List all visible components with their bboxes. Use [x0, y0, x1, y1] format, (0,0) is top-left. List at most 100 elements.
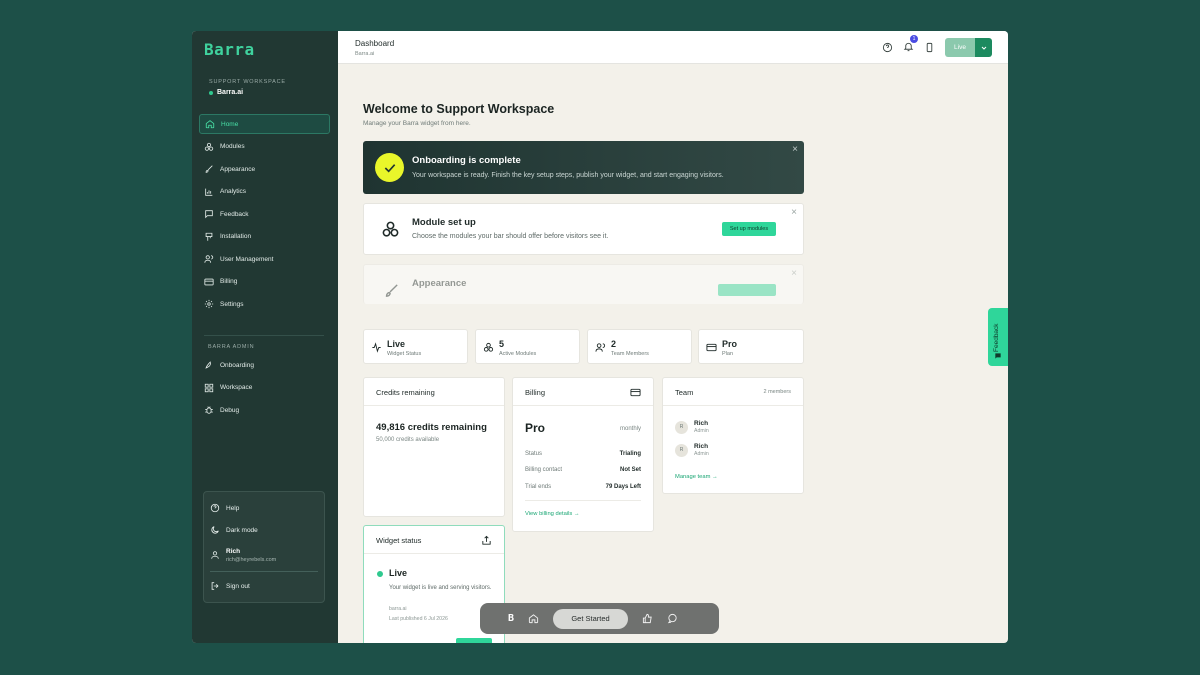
share-icon[interactable]: [481, 535, 492, 546]
team-member: R Rich Admin: [675, 420, 709, 434]
activity-icon: [372, 342, 381, 353]
card-header: Team 2 members: [663, 378, 803, 406]
sidebar-item-feedback[interactable]: Feedback: [199, 204, 330, 224]
set-up-modules-button[interactable]: Set up modules: [722, 222, 776, 236]
sidebar-item-settings[interactable]: Settings: [199, 294, 330, 314]
sidebar-item-user-management[interactable]: User Management: [199, 249, 330, 269]
row-value: Not Set: [620, 467, 641, 473]
sidebar-item-modules[interactable]: Modules: [199, 137, 330, 157]
help-icon[interactable]: [882, 42, 893, 53]
sidebar-item-installation[interactable]: Installation: [199, 227, 330, 247]
get-started-button[interactable]: Get Started: [553, 608, 629, 629]
notifications-button[interactable]: 1: [903, 34, 918, 57]
card-icon: [706, 343, 717, 352]
billing-plan: Pro: [525, 421, 546, 435]
stat-value: Pro: [722, 339, 738, 349]
sidebar-item-workspace[interactable]: Workspace: [199, 378, 330, 398]
live-dropdown-button[interactable]: [975, 38, 992, 57]
widget-text: Your widget is live and serving visitors…: [389, 585, 492, 591]
barra-logo-icon[interactable]: B: [508, 613, 514, 624]
widget-action-button[interactable]: [456, 638, 492, 643]
sidebar-item-analytics[interactable]: Analytics: [199, 182, 330, 202]
team-count: 2 members: [763, 389, 791, 395]
modules-icon: [204, 142, 214, 151]
onboarding-text: Your workspace is ready. Finish the key …: [412, 172, 724, 179]
card-icon: [630, 388, 641, 397]
sign-out-label: Sign out: [226, 582, 250, 590]
sidebar-item-appearance[interactable]: Appearance: [199, 159, 330, 179]
user-info: Rich rich@heyrebels.com: [226, 548, 276, 563]
sidebar-item-onboarding[interactable]: Onboarding: [199, 355, 330, 375]
main-content: Dashboard Barra.ai 1 Live Welcome to Sup…: [338, 31, 1008, 643]
dark-mode-item[interactable]: Dark mode: [210, 519, 318, 541]
stat-plan: Pro Plan: [698, 329, 804, 364]
manage-team-link[interactable]: Manage team →: [675, 474, 718, 480]
sidebar-item-home[interactable]: Home: [199, 114, 330, 134]
module-setup-title: Module set up: [412, 217, 476, 228]
brush-icon: [205, 165, 213, 173]
help-icon: [210, 503, 220, 513]
breadcrumb: Barra.ai: [355, 51, 375, 57]
welcome-subtitle: Manage your Barra widget from here.: [363, 120, 471, 127]
workspace-switcher[interactable]: Barra.ai: [209, 89, 243, 96]
close-icon[interactable]: ×: [791, 208, 797, 218]
onboarding-title: Onboarding is complete: [412, 155, 521, 166]
view-billing-link[interactable]: View billing details →: [525, 511, 580, 517]
member-name: Rich: [694, 420, 709, 427]
grid-icon: [204, 383, 214, 392]
close-icon[interactable]: ×: [791, 269, 797, 279]
chevron-down-icon: [981, 46, 986, 50]
credits-card: Credits remaining 49,816 credits remaini…: [363, 377, 505, 517]
billing-row: Billing contact Not Set: [525, 467, 641, 473]
sidebar-item-billing[interactable]: Billing: [199, 272, 330, 292]
brush-icon: [385, 284, 398, 297]
modules-icon: [382, 221, 399, 237]
appearance-button[interactable]: [718, 284, 776, 296]
member-role: Admin: [694, 451, 709, 457]
modules-icon: [483, 342, 494, 352]
home-icon: [205, 120, 215, 129]
sign-out-item[interactable]: Sign out: [210, 575, 318, 597]
module-setup-card: Module set up Choose the modules your ba…: [363, 203, 804, 255]
member-name: Rich: [694, 443, 709, 450]
logo: Barra: [204, 40, 255, 59]
stat-label: Plan: [722, 351, 734, 357]
thumbs-up-icon[interactable]: [642, 613, 653, 624]
widget-status-title: Widget status: [376, 536, 422, 545]
team-card: Team 2 members R Rich Admin R Rich Admin M…: [662, 377, 804, 494]
row-key: Status: [525, 451, 543, 457]
billing-row: Trial ends 79 Days Left: [525, 484, 641, 490]
divider: [210, 571, 318, 572]
billing-period: monthly: [619, 426, 641, 432]
admin-nav: Onboarding Workspace Debug: [199, 355, 330, 423]
workspace-label: SUPPORT WORKSPACE: [209, 79, 286, 85]
current-user[interactable]: Rich rich@heyrebels.com: [210, 542, 318, 568]
home-icon[interactable]: [528, 613, 539, 624]
chat-icon[interactable]: [667, 613, 678, 624]
avatar: R: [675, 420, 688, 434]
sidebar-item-debug[interactable]: Debug: [199, 400, 330, 420]
help-label: Help: [226, 504, 240, 512]
help-item[interactable]: Help: [210, 497, 318, 519]
check-icon: [375, 153, 404, 182]
live-button[interactable]: Live: [945, 38, 975, 57]
stat-team-members: 2 Team Members: [587, 329, 692, 364]
sidebar-item-label: Debug: [220, 406, 240, 414]
close-icon[interactable]: ×: [792, 145, 798, 155]
billing-row: Status Trialing: [525, 451, 641, 457]
stat-label: Active Modules: [499, 351, 537, 357]
credits-sub: 50,000 credits available: [376, 437, 440, 443]
feedback-tab[interactable]: Feedback: [988, 308, 1008, 366]
mobile-preview-icon[interactable]: [924, 42, 935, 53]
status-dot-icon: [209, 90, 213, 95]
billing-card: Billing Pro monthly Status Trialing Billi…: [512, 377, 654, 532]
welcome-title: Welcome to Support Workspace: [363, 102, 555, 116]
sidebar-item-label: Billing: [220, 278, 238, 285]
sidebar-item-label: Settings: [220, 300, 244, 308]
appearance-card: Appearance ×: [363, 264, 804, 304]
card-icon: [204, 278, 214, 285]
analytics-icon: [205, 188, 213, 196]
stat-widget-status: Live Widget Status: [363, 329, 468, 364]
onboarding-banner: Onboarding is complete Your workspace is…: [363, 141, 804, 194]
stat-active-modules: 5 Active Modules: [475, 329, 580, 364]
